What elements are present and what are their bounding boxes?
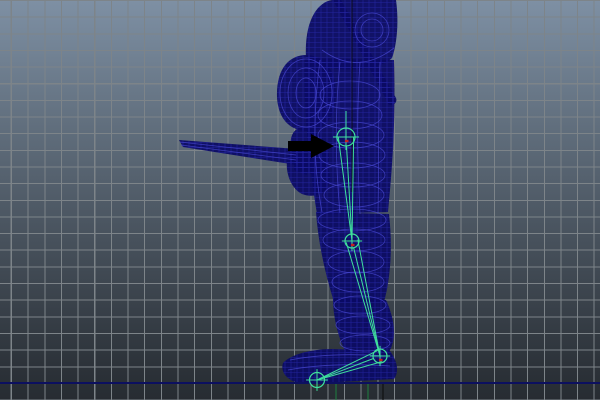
character-model[interactable] (179, 0, 398, 384)
model-mesh-texture (179, 0, 398, 384)
viewport[interactable] (0, 0, 600, 400)
mesh-overlay (316, 212, 391, 302)
scene-canvas (0, 0, 600, 400)
mesh-overlay (333, 298, 394, 353)
